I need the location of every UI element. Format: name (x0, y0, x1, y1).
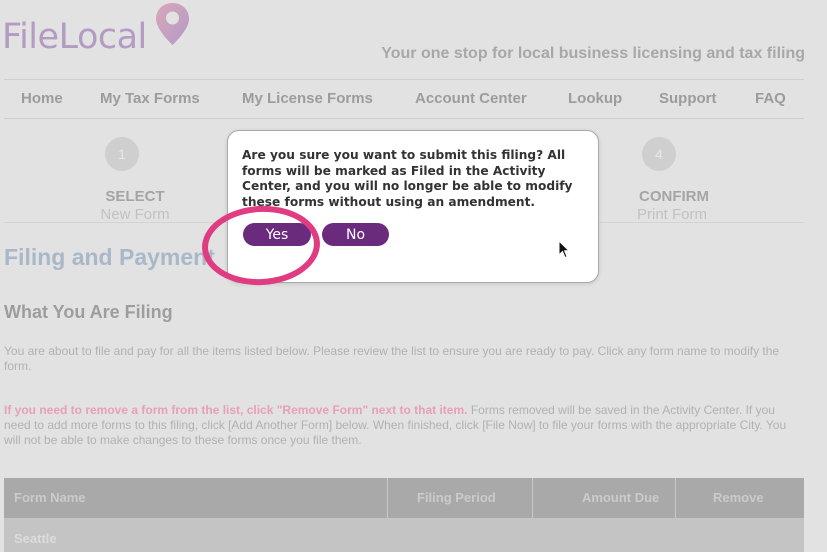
page-title: Filing and Payment (4, 244, 215, 270)
column-remove: Remove (713, 490, 764, 505)
tagline: Your one stop for local business licensi… (381, 45, 805, 62)
location-pin-icon (156, 3, 189, 45)
column-divider (532, 478, 533, 518)
step-4-title: CONFIRM (639, 188, 709, 205)
no-button[interactable]: No (322, 223, 389, 246)
nav-lookup[interactable]: Lookup (568, 90, 622, 107)
nav-support[interactable]: Support (659, 90, 717, 107)
section-heading: What You Are Filing (4, 302, 173, 322)
table-row-city: Seattle (14, 531, 57, 546)
mouse-cursor-icon (558, 240, 570, 259)
remove-form-warning: If you need to remove a form from the li… (4, 403, 468, 417)
nav-faq[interactable]: FAQ (755, 90, 786, 107)
filelocal-logo[interactable]: FileLocal (2, 20, 147, 55)
column-form-name: Form Name (14, 490, 86, 505)
table-row: Seattle (4, 518, 804, 552)
step-1-circle: 1 (105, 137, 139, 171)
main-nav: Home My Tax Forms My License Forms Accou… (4, 79, 804, 119)
step-1-subtitle: New Form (100, 206, 170, 223)
step-1-title: SELECT (105, 188, 165, 205)
step-4-subtitle: Print Form (636, 206, 707, 223)
nav-account-center[interactable]: Account Center (415, 90, 527, 107)
column-filing-period: Filing Period (417, 490, 496, 505)
step-4-circle: 4 (642, 137, 676, 171)
filing-table-header: Form Name Filing Period Amount Due Remov… (4, 478, 804, 518)
nav-home[interactable]: Home (21, 90, 63, 107)
dialog-message: Are you sure you want to submit this fil… (242, 148, 573, 209)
column-divider (675, 478, 676, 518)
confirm-submit-dialog: Are you sure you want to submit this fil… (227, 130, 599, 283)
instructions-text: If you need to remove a form from the li… (4, 403, 794, 448)
nav-my-tax-forms[interactable]: My Tax Forms (100, 90, 200, 107)
yes-button[interactable]: Yes (243, 223, 311, 246)
column-amount-due: Amount Due (582, 490, 660, 505)
intro-text: You are about to file and pay for all th… (4, 344, 780, 373)
nav-my-license-forms[interactable]: My License Forms (242, 90, 373, 107)
column-divider (387, 478, 388, 518)
